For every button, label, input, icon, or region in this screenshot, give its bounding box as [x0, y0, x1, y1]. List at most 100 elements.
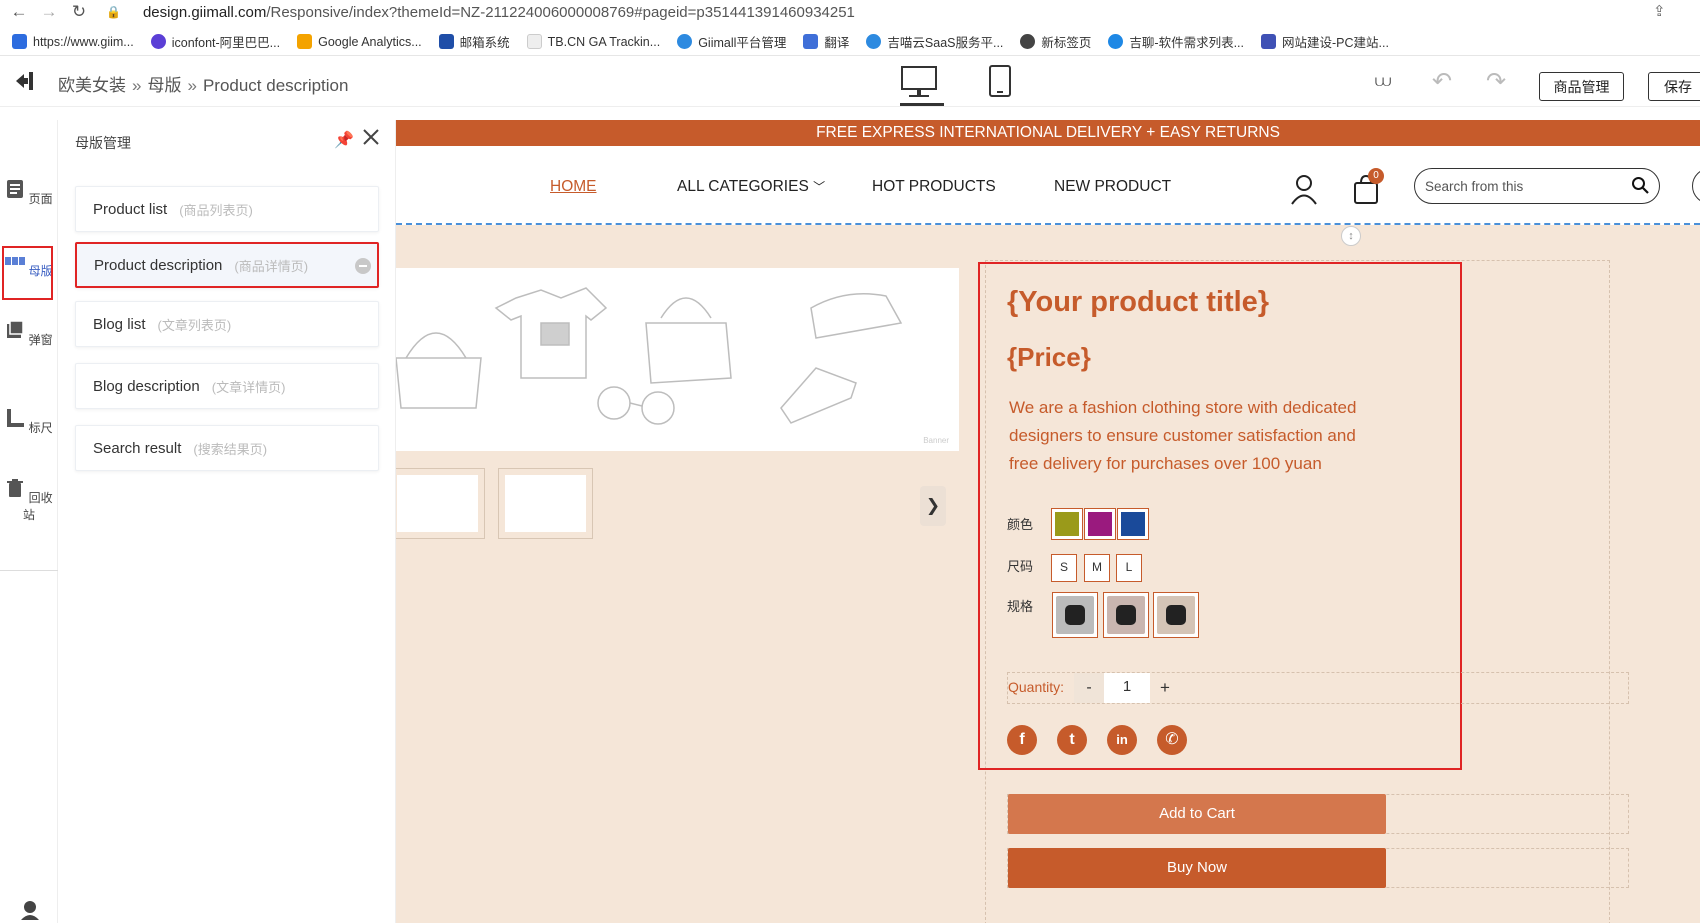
template-panel: 母版管理 📌 Product list (商品列表页) Product descr…	[58, 120, 396, 923]
facebook-icon[interactable]: f	[1007, 725, 1037, 755]
size-option[interactable]: S	[1051, 554, 1077, 582]
bookmark-item[interactable]: Giimall平台管理	[677, 32, 786, 51]
nav-hot-products[interactable]: HOT PRODUCTS	[872, 178, 996, 196]
redo-icon[interactable]: ↷	[1486, 67, 1506, 96]
bookmark-item[interactable]: https://www.giim...	[12, 34, 134, 49]
page-icon	[7, 180, 24, 198]
bookmark-icon	[1261, 34, 1277, 49]
add-to-cart-button[interactable]: Add to Cart	[1008, 794, 1386, 834]
bookmark-item[interactable]: iconfont-阿里巴巴...	[150, 32, 280, 51]
language-toggle-icon[interactable]	[1692, 168, 1700, 204]
desktop-view-icon[interactable]	[900, 65, 938, 99]
popup-icon	[7, 320, 25, 338]
panel-item-search-result[interactable]: Search result (搜索结果页)	[75, 425, 379, 471]
bookmark-item[interactable]: Google Analytics...	[297, 34, 422, 49]
panel-item-product-list[interactable]: Product list (商品列表页)	[75, 186, 379, 232]
url-field[interactable]: design.giimall.com/Responsive/index?them…	[143, 4, 855, 21]
panel-item-blog-list[interactable]: Blog list (文章列表页)	[75, 301, 379, 347]
rail-item-ruler[interactable]: 标尺	[0, 408, 58, 436]
banner-label: Banner	[923, 436, 949, 445]
tumblr-icon[interactable]: t	[1057, 725, 1087, 755]
rail-item-label: 回收站	[22, 491, 53, 522]
thumbnail[interactable]	[396, 468, 485, 539]
color-swatch[interactable]	[1117, 508, 1149, 540]
nav-home[interactable]: HOME	[550, 178, 597, 196]
bookmark-item[interactable]: 吉聊-软件需求列表...	[1108, 32, 1244, 51]
rail-item-label: 页面	[28, 192, 53, 206]
support-agent-icon[interactable]	[19, 898, 41, 920]
panel-item-label: Blog description	[93, 377, 200, 395]
spec-option[interactable]	[1103, 592, 1149, 638]
pin-icon[interactable]: 📌	[334, 130, 354, 150]
bookmark-label: 翻译	[824, 36, 850, 50]
buy-now-button[interactable]: Buy Now	[1008, 848, 1386, 888]
bookmark-item[interactable]: 翻译	[803, 32, 849, 51]
bookmark-item[interactable]: 邮箱系统	[438, 32, 510, 51]
exit-back-icon[interactable]	[14, 70, 38, 92]
panel-item-blog-description[interactable]: Blog description (文章详情页)	[75, 363, 379, 409]
color-swatch[interactable]	[1051, 508, 1083, 540]
close-icon[interactable]	[361, 127, 381, 147]
trash-icon	[7, 479, 24, 497]
product-price: {Price}	[1007, 342, 1091, 372]
bookmark-label: https://www.giim...	[33, 34, 134, 49]
search-icon[interactable]	[1631, 176, 1649, 194]
panel-item-label: Product description	[94, 256, 223, 274]
cart-count-badge: 0	[1368, 168, 1384, 184]
site-search-input[interactable]: Search from this	[1414, 168, 1660, 204]
size-option[interactable]: L	[1116, 554, 1142, 582]
nav-label: ALL CATEGORIES	[677, 178, 809, 195]
nav-new-product[interactable]: NEW PRODUCT	[1054, 178, 1171, 196]
spec-option[interactable]	[1153, 592, 1199, 638]
bookmark-item[interactable]: TB.CN GA Trackin...	[526, 34, 660, 49]
nav-all-categories[interactable]: ALL CATEGORIES ﹀	[677, 178, 825, 196]
quantity-decrease-button[interactable]: -	[1074, 673, 1104, 703]
panel-item-sub: (商品列表页)	[179, 202, 253, 218]
breadcrumb-item[interactable]: 欧美女装	[58, 76, 126, 95]
panel-item-sub: (商品详情页)	[234, 258, 309, 274]
thumbnail-next-button[interactable]: ❯	[920, 486, 946, 526]
bookmark-icon	[150, 34, 166, 49]
save-button[interactable]: 保存	[1648, 72, 1700, 101]
spec-option[interactable]	[1052, 592, 1098, 638]
quantity-increase-button[interactable]: +	[1150, 673, 1180, 703]
url-path: /Responsive/index?themeId=NZ-21122400600…	[266, 3, 855, 21]
color-swatch[interactable]	[1084, 508, 1116, 540]
reload-icon[interactable]: ↻	[68, 2, 90, 22]
rail-item-page[interactable]: 页面	[0, 179, 58, 207]
size-label: 尺码	[1007, 559, 1034, 574]
site-header: HOME ALL CATEGORIES ﹀ HOT PRODUCTS NEW P…	[396, 146, 1700, 246]
back-arrow-icon[interactable]: ←	[8, 2, 30, 22]
whatsapp-icon[interactable]: ✆	[1157, 725, 1187, 755]
quantity-input[interactable]: 1	[1104, 673, 1150, 703]
bookmark-item[interactable]: 新标签页	[1020, 32, 1091, 51]
goods-management-button[interactable]: 商品管理	[1539, 72, 1624, 101]
share-icon[interactable]: ⇪	[1653, 2, 1666, 20]
panel-item-product-description[interactable]: Product description (商品详情页)	[75, 242, 379, 288]
bookmark-label: 邮箱系统	[459, 36, 510, 50]
undo-icon[interactable]: ↶	[1432, 67, 1452, 96]
preview-hidden-icon[interactable]: ⩊	[1375, 73, 1391, 91]
bookmark-item[interactable]: 吉喵云SaaS服务平...	[866, 32, 1003, 51]
panel-item-sub: (文章列表页)	[157, 317, 232, 333]
spec-image	[1157, 596, 1195, 634]
rail-item-trash[interactable]: 回收站	[0, 478, 58, 523]
more-options-icon[interactable]	[355, 258, 371, 274]
size-option[interactable]: M	[1084, 554, 1110, 582]
bookmark-icon	[803, 34, 819, 49]
resize-handle-icon[interactable]: ↕	[1341, 226, 1361, 246]
forward-arrow-icon[interactable]: →	[38, 2, 60, 22]
thumbnail[interactable]	[498, 468, 593, 539]
bookmark-icon	[677, 34, 693, 49]
bookmark-label: 吉喵云SaaS服务平...	[887, 36, 1004, 50]
linkedin-icon[interactable]: in	[1107, 725, 1137, 755]
breadcrumb-item[interactable]: 母版	[147, 76, 181, 95]
bookmark-icon	[1108, 34, 1124, 49]
bookmark-item[interactable]: 网站建设-PC建站...	[1261, 32, 1389, 51]
user-icon[interactable]	[1290, 173, 1318, 205]
bookmark-label: 吉聊-软件需求列表...	[1129, 36, 1245, 50]
rail-item-popup[interactable]: 弹窗	[0, 320, 58, 348]
bookmark-icon	[1020, 34, 1036, 49]
color-swatch-fill	[1088, 512, 1112, 536]
mobile-view-icon[interactable]	[988, 64, 1012, 98]
